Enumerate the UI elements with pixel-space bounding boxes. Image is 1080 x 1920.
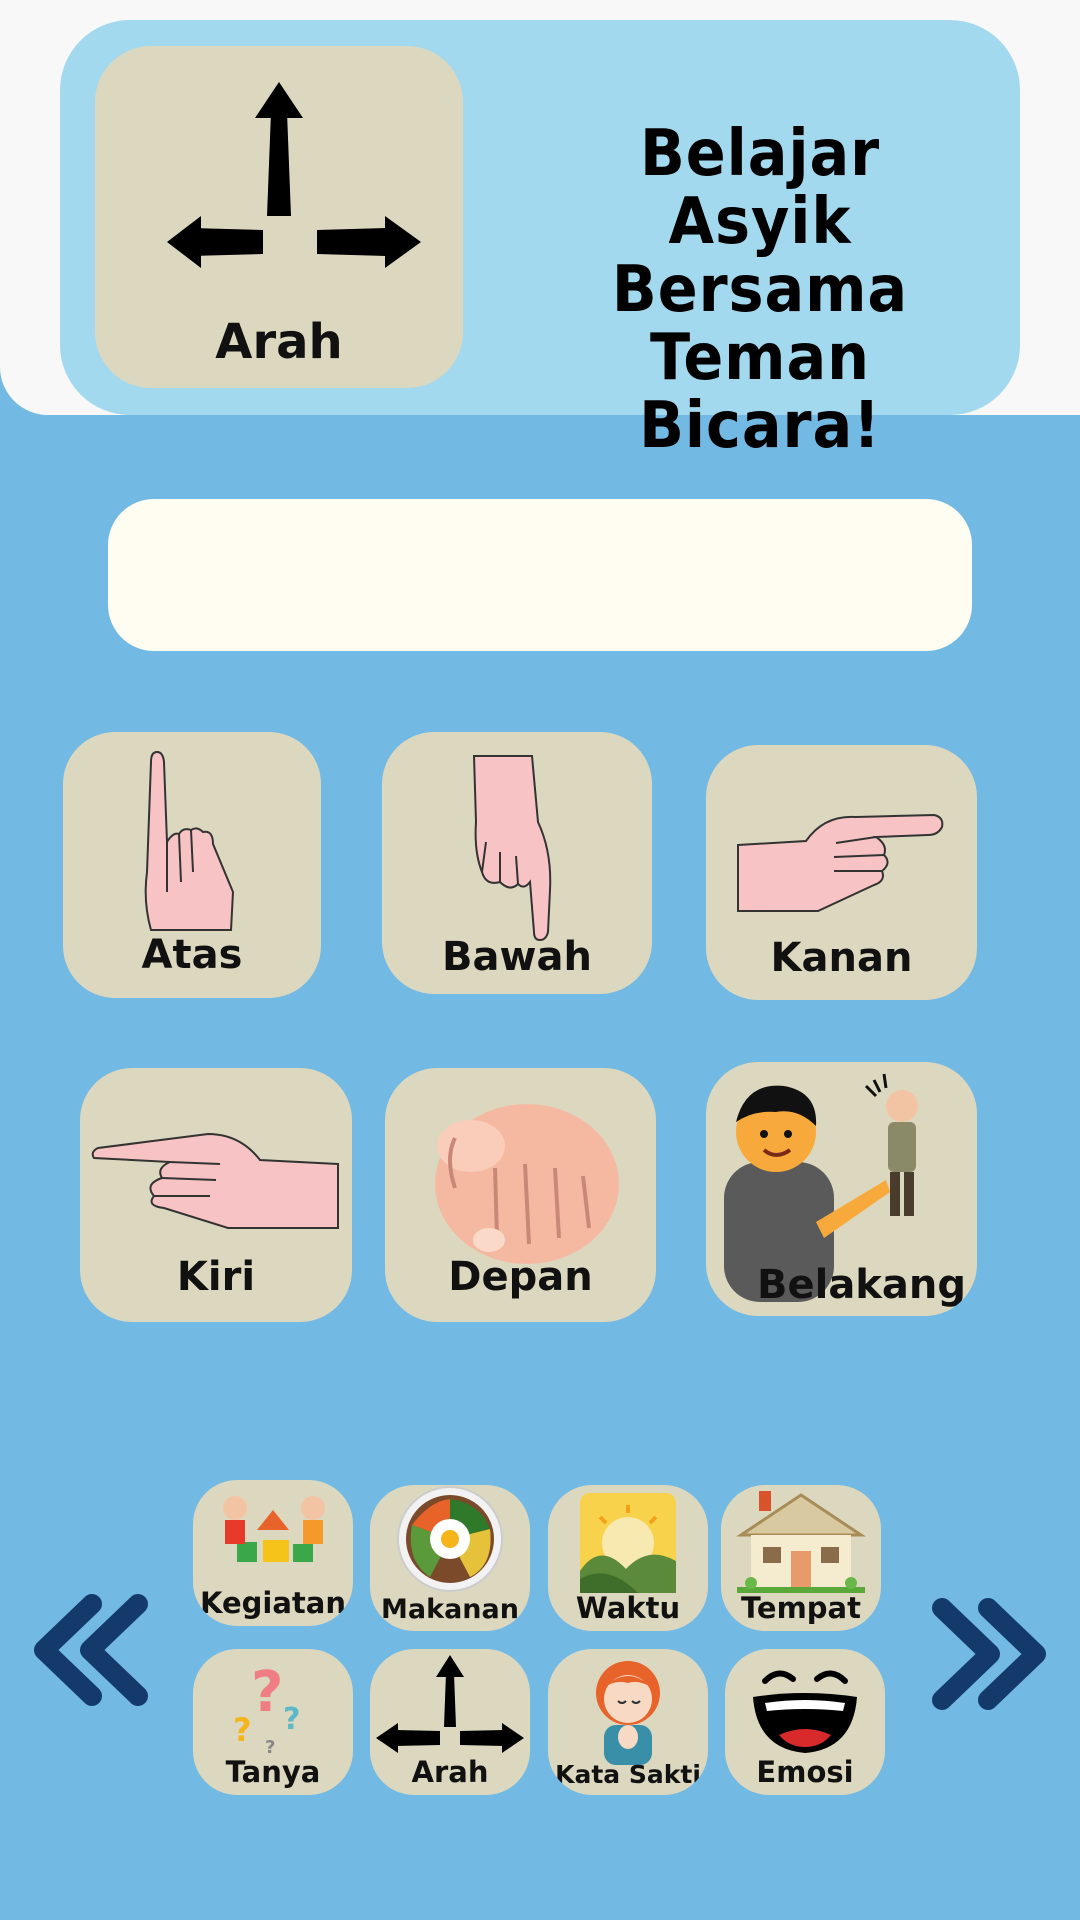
category-label: Tempat xyxy=(740,1591,861,1625)
category-label: Tanya xyxy=(225,1755,321,1789)
word-card-label: Kanan xyxy=(770,935,913,981)
next-page-button[interactable] xyxy=(920,1590,1050,1720)
sentence-bar[interactable] xyxy=(108,499,972,651)
double-chevron-right-icon xyxy=(932,1598,1046,1710)
sun-mountain-icon xyxy=(580,1493,676,1593)
word-card-label: Atas xyxy=(141,932,243,978)
category-tanya[interactable]: ? ? ? ? Tanya xyxy=(193,1649,353,1795)
word-card-kiri[interactable]: Kiri xyxy=(80,1068,352,1322)
word-card-atas[interactable]: Atas xyxy=(63,732,321,998)
question-marks-icon: ? ? ? ? xyxy=(233,1660,300,1758)
app-title: Belajar Asyik Bersama Teman Bicara! xyxy=(558,120,963,460)
word-card-label: Kiri xyxy=(176,1254,256,1300)
svg-text:?: ? xyxy=(283,1702,300,1737)
word-card-label: Depan xyxy=(448,1254,593,1300)
category-arah[interactable]: Arah xyxy=(370,1649,530,1795)
word-card-kanan[interactable]: Kanan xyxy=(706,745,977,1000)
app-title-line-1: Belajar Asyik xyxy=(639,117,881,259)
svg-text:?: ? xyxy=(233,1711,252,1749)
prev-page-button[interactable] xyxy=(30,1590,160,1720)
word-card-bawah[interactable]: Bawah xyxy=(382,732,652,994)
word-card-label: Bawah xyxy=(442,934,592,980)
category-makanan[interactable]: Makanan xyxy=(370,1485,530,1631)
food-bowl-icon xyxy=(397,1486,503,1592)
word-card-belakang[interactable]: Belakang xyxy=(706,1062,977,1316)
house-icon xyxy=(736,1491,866,1593)
app-title-line-2: Bersama xyxy=(611,253,909,327)
word-card-depan[interactable]: Depan xyxy=(385,1068,656,1322)
current-category-label: Arah xyxy=(215,314,343,370)
category-kata-sakti[interactable]: Kata Sakti xyxy=(548,1649,708,1795)
word-card-label: Belakang xyxy=(756,1262,967,1308)
category-kegiatan[interactable]: Kegiatan xyxy=(193,1480,353,1626)
arrows-icon xyxy=(376,1655,524,1753)
category-waktu[interactable]: Waktu xyxy=(548,1485,708,1631)
svg-text:?: ? xyxy=(251,1660,283,1725)
category-label: Kata Sakti xyxy=(555,1760,701,1789)
app-title-line-3: Teman Bicara! xyxy=(639,321,881,463)
category-label: Arah xyxy=(411,1755,489,1789)
girl-praying-icon xyxy=(596,1661,660,1765)
children-playing-icon xyxy=(223,1496,325,1562)
category-emosi[interactable]: Emosi xyxy=(725,1649,885,1795)
category-label: Makanan xyxy=(381,1594,519,1625)
category-label: Kegiatan xyxy=(200,1586,346,1620)
category-tempat[interactable]: Tempat xyxy=(721,1485,881,1631)
category-label: Emosi xyxy=(756,1755,854,1789)
laughing-face-icon xyxy=(753,1670,857,1753)
category-label: Waktu xyxy=(575,1591,681,1625)
current-category-card[interactable]: Arah xyxy=(95,46,463,388)
double-chevron-left-icon xyxy=(34,1594,148,1706)
